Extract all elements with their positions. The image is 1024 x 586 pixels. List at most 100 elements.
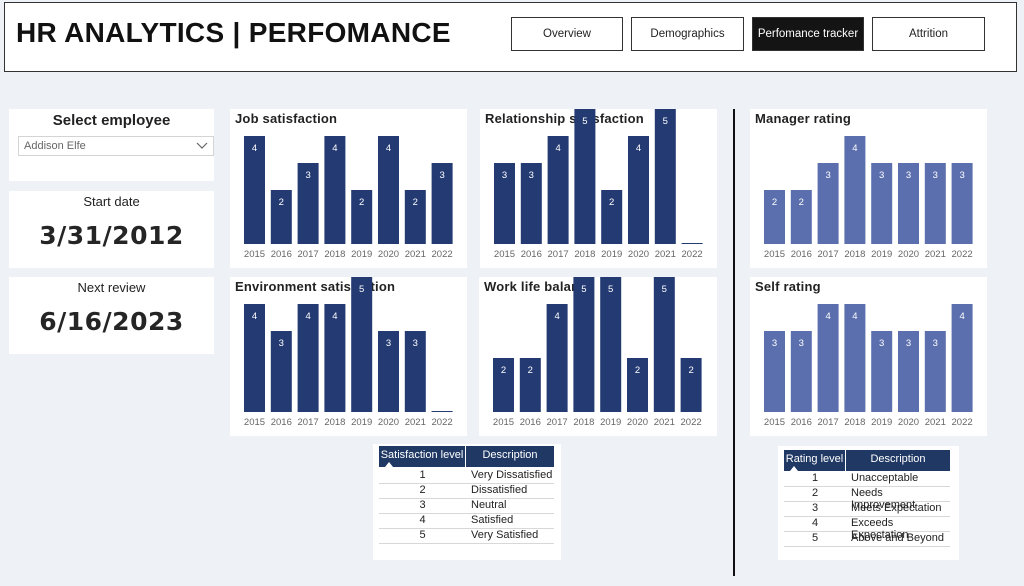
- x-tick-label: 2018: [844, 417, 865, 428]
- x-tick-label: 2015: [764, 417, 785, 428]
- bar[interactable]: [654, 109, 676, 244]
- description-header[interactable]: Description: [466, 446, 554, 467]
- work-life-balance-card: Work life balance 2 2015 2 2016 4 2017 5 2018 5 2…: [479, 277, 717, 436]
- x-tick-label: 2021: [925, 249, 946, 260]
- environment-satisfaction-chart: 4 2015 3 2016 4 2017 4 2018 5 2019 3 2020 3 2021 2022: [244, 277, 453, 428]
- x-tick-label: 2021: [654, 417, 675, 428]
- bar[interactable]: [600, 277, 622, 412]
- x-tick-label: 2020: [628, 249, 649, 260]
- data-label: 4: [555, 143, 560, 154]
- x-tick-label: 2018: [324, 417, 345, 428]
- x-tick-label: 2019: [351, 417, 372, 428]
- empty-bar: [431, 411, 453, 412]
- x-tick-label: 2015: [764, 249, 785, 260]
- data-label: 3: [879, 338, 884, 349]
- x-tick-label: 2022: [952, 417, 973, 428]
- data-label: 3: [906, 170, 911, 181]
- manager-rating-chart: 2 2015 2 2016 3 2017 4 2018 3 2019 3 2020 3 2021 3 2022: [764, 136, 973, 260]
- description-cell: Neutral: [471, 499, 507, 511]
- data-label: 3: [906, 338, 911, 349]
- description-header[interactable]: Description: [846, 450, 950, 471]
- x-tick-label: 2018: [324, 249, 345, 260]
- data-label: 4: [252, 311, 257, 322]
- level-cell: 4: [811, 517, 819, 529]
- x-tick-label: 2020: [378, 417, 399, 428]
- x-tick-label: 2015: [494, 249, 515, 260]
- table-row: 5 Very Satisfied: [379, 529, 554, 544]
- data-label: 5: [663, 116, 668, 127]
- data-label: 3: [799, 338, 804, 349]
- table-row: 3 Neutral: [379, 499, 554, 514]
- employee-dropdown[interactable]: Addison Elfe: [18, 136, 214, 156]
- section-divider: [733, 109, 735, 576]
- data-label: 3: [933, 338, 938, 349]
- self-rating-chart: 3 2015 3 2016 4 2017 4 2018 3 2019 3 2020 3 2021 4 2022: [764, 304, 973, 428]
- data-label: 3: [959, 170, 964, 181]
- satisfaction-legend-table: Satisfaction level Description 1 Very Dis…: [373, 444, 561, 560]
- column-header-label: Rating level: [785, 453, 844, 465]
- level-cell: 3: [419, 499, 426, 511]
- x-tick-label: 2020: [378, 249, 399, 260]
- table-header: Satisfaction level Description: [379, 446, 554, 467]
- relationship-satisfaction-chart: 3 2015 3 2016 4 2017 5 2018 2 2019 4 2020 5 2021 2022: [494, 109, 703, 260]
- rating-level-header[interactable]: Rating level: [784, 450, 846, 471]
- x-tick-label: 2016: [271, 417, 292, 428]
- table-row: 4 Satisfied: [379, 514, 554, 529]
- bar[interactable]: [573, 277, 595, 412]
- x-tick-label: 2022: [682, 249, 703, 260]
- nav-performance-tracker-button[interactable]: Perfomance tracker: [752, 17, 864, 51]
- nav-attrition-button[interactable]: Attrition: [872, 17, 985, 51]
- data-label: 2: [635, 365, 640, 376]
- data-label: 3: [413, 338, 418, 349]
- sort-ascending-icon: [385, 462, 393, 467]
- next-review-card: Next review 6/16/2023: [9, 277, 214, 354]
- x-tick-label: 2020: [898, 417, 919, 428]
- level-cell: 1: [811, 472, 819, 484]
- select-employee-label: Select employee: [52, 112, 171, 129]
- data-label: 5: [662, 284, 667, 295]
- x-tick-label: 2016: [520, 417, 541, 428]
- x-tick-label: 2016: [521, 249, 542, 260]
- next-review-label: Next review: [77, 280, 146, 295]
- description-cell: Dissatisfied: [471, 484, 528, 496]
- x-tick-label: 2021: [655, 249, 676, 260]
- job-satisfaction-chart: 4 2015 2 2016 3 2017 4 2018 2 2019 4 2020 2 2021 3 2022: [244, 136, 453, 260]
- data-label: 3: [386, 338, 391, 349]
- relationship-satisfaction-card: Relationship satisfaction 3 2015 3 2016 4 201…: [480, 109, 717, 268]
- data-label: 4: [554, 311, 559, 322]
- data-label: 4: [332, 143, 337, 154]
- x-tick-label: 2018: [844, 249, 865, 260]
- description-cell: Very Satisfied: [471, 529, 539, 541]
- table-header: Rating level Description: [784, 450, 950, 471]
- bar[interactable]: [653, 277, 675, 412]
- data-label: 5: [608, 284, 613, 295]
- start-date-label: Start date: [83, 194, 140, 209]
- x-tick-label: 2016: [791, 249, 812, 260]
- data-label: 3: [279, 338, 284, 349]
- bar[interactable]: [574, 109, 596, 244]
- data-label: 4: [305, 311, 310, 322]
- table-row: 4 Exceeds Expectation: [784, 517, 950, 541]
- table-row: 5 Above and Beyond: [784, 532, 950, 547]
- data-label: 2: [501, 365, 506, 376]
- chevron-down-icon: [196, 142, 208, 149]
- satisfaction-level-header[interactable]: Satisfaction level: [379, 446, 466, 467]
- data-label: 5: [581, 284, 586, 295]
- employee-dropdown-value: Addison Elfe: [24, 140, 86, 152]
- column-header-label: Satisfaction level: [380, 449, 464, 461]
- level-cell: 5: [419, 529, 426, 541]
- x-tick-label: 2022: [952, 249, 973, 260]
- table-row: 1 Unacceptable: [784, 472, 950, 487]
- x-tick-label: 2022: [432, 249, 453, 260]
- data-label: 4: [636, 143, 641, 154]
- job-satisfaction-card: Job satisfaction 4 2015 2 2016 3 2017 4 2018 2 20…: [230, 109, 467, 268]
- nav-overview-button[interactable]: Overview: [511, 17, 623, 51]
- x-tick-label: 2017: [547, 417, 568, 428]
- bar[interactable]: [351, 277, 373, 412]
- nav-demographics-button[interactable]: Demographics: [631, 17, 744, 51]
- next-review-value: 6/16/2023: [39, 307, 184, 336]
- data-label: 2: [279, 197, 284, 208]
- data-label: 4: [852, 311, 857, 322]
- description-cell: Needs Improvement: [851, 487, 916, 511]
- table-row: 2 Dissatisfied: [379, 484, 554, 499]
